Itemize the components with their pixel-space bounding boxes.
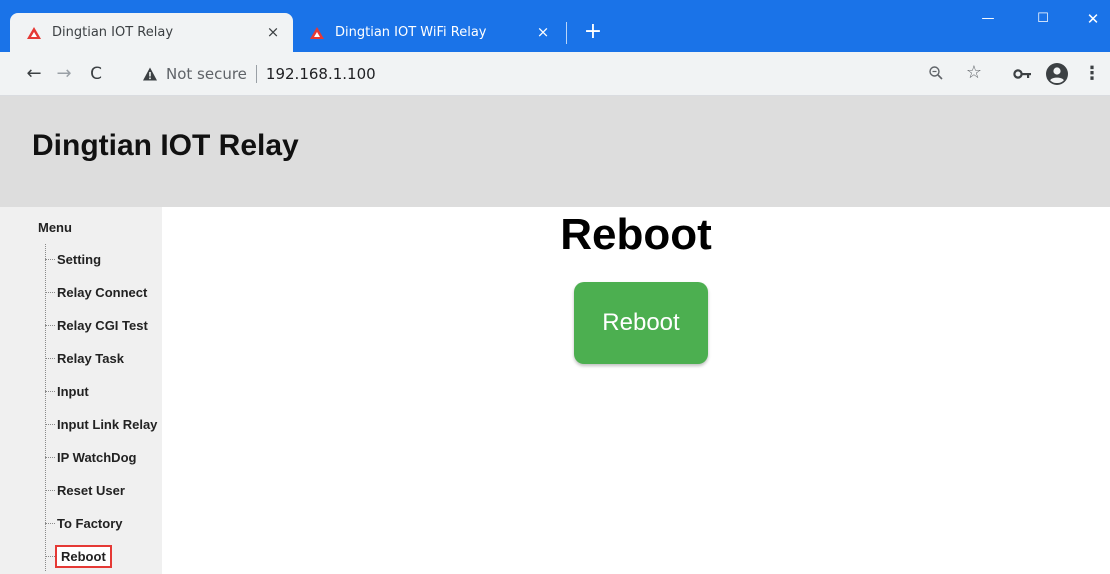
- sidebar-item-setting[interactable]: Setting: [45, 247, 103, 271]
- sidebar-item-label[interactable]: Setting: [55, 251, 103, 268]
- reload-button[interactable]: C: [84, 62, 108, 86]
- menu-label: Menu: [38, 220, 72, 235]
- tab-separator: [566, 22, 567, 44]
- sidebar-item-input-link-relay[interactable]: Input Link Relay: [45, 412, 159, 436]
- forward-button[interactable]: →: [52, 62, 76, 86]
- address-bar[interactable]: Not secure 192.168.1.100: [132, 58, 1004, 90]
- warning-icon[interactable]: [142, 66, 158, 82]
- tree-branch: [45, 489, 55, 491]
- sidebar-item-label[interactable]: Input: [55, 383, 91, 400]
- close-window-button[interactable]: ✕: [1080, 8, 1106, 30]
- tree-branch: [45, 423, 55, 425]
- dingtian-favicon-icon: [26, 25, 42, 41]
- sidebar-item-label[interactable]: Reboot: [55, 544, 112, 568]
- tree-branch: [45, 324, 55, 326]
- tree-branch: [45, 258, 55, 260]
- sidebar-item-reboot[interactable]: Reboot: [45, 544, 112, 568]
- tab-title: Dingtian IOT Relay: [52, 25, 174, 40]
- sidebar-item-ip-watchdog[interactable]: IP WatchDog: [45, 445, 138, 469]
- maximize-button[interactable]: ☐: [1030, 8, 1056, 30]
- site-title: Dingtian IOT Relay: [32, 129, 299, 162]
- sidebar-item-relay-cgi-test[interactable]: Relay CGI Test: [45, 313, 150, 337]
- sidebar-item-relay-connect[interactable]: Relay Connect: [45, 280, 149, 304]
- sidebar-menu: Menu Setting Relay Connect Relay CGI Tes…: [0, 207, 162, 574]
- tab-close-icon[interactable]: ×: [265, 24, 281, 40]
- sidebar-item-label[interactable]: IP WatchDog: [55, 449, 138, 466]
- zoom-icon[interactable]: [928, 64, 944, 82]
- reboot-button[interactable]: Reboot: [574, 282, 708, 364]
- tab-dingtian-iot-wifi-relay[interactable]: Dingtian IOT WiFi Relay ×: [293, 13, 563, 52]
- tab-close-icon[interactable]: ×: [535, 24, 551, 40]
- sidebar-item-relay-task[interactable]: Relay Task: [45, 346, 126, 370]
- sidebar-item-label[interactable]: To Factory: [55, 515, 125, 532]
- page-header: Dingtian IOT Relay: [0, 96, 1110, 207]
- sidebar-item-reset-user[interactable]: Reset User: [45, 478, 127, 502]
- new-tab-button[interactable]: +: [582, 21, 604, 43]
- minimize-button[interactable]: —: [975, 8, 1001, 30]
- back-button[interactable]: ←: [22, 62, 46, 86]
- sidebar-item-label[interactable]: Reset User: [55, 482, 127, 499]
- sidebar-item-to-factory[interactable]: To Factory: [45, 511, 125, 535]
- tree-branch: [45, 357, 55, 359]
- sidebar-item-label[interactable]: Relay Connect: [55, 284, 149, 301]
- password-key-icon[interactable]: [1012, 65, 1034, 83]
- sidebar-item-label[interactable]: Relay CGI Test: [55, 317, 150, 334]
- browser-tab-strip: Dingtian IOT Relay × Dingtian IOT WiFi R…: [0, 0, 1110, 52]
- url-text[interactable]: 192.168.1.100: [266, 65, 376, 83]
- profile-avatar-icon[interactable]: [1045, 62, 1069, 86]
- sidebar-item-input[interactable]: Input: [45, 379, 91, 403]
- tree-branch: [45, 555, 55, 557]
- bookmark-star-icon[interactable]: ☆: [964, 63, 984, 83]
- browser-menu-icon[interactable]: ⋮: [1083, 62, 1101, 86]
- tab-dingtian-iot-relay[interactable]: Dingtian IOT Relay ×: [10, 13, 293, 52]
- security-status-text[interactable]: Not secure: [166, 65, 247, 83]
- sidebar-item-label[interactable]: Relay Task: [55, 350, 126, 367]
- dingtian-favicon-icon: [309, 25, 325, 41]
- tab-title: Dingtian IOT WiFi Relay: [335, 25, 487, 40]
- tree-branch: [45, 390, 55, 392]
- tree-branch: [45, 456, 55, 458]
- browser-toolbar: ← → C Not secure 192.168.1.100 ☆ ⋮: [0, 52, 1110, 96]
- omnibox-divider: [255, 65, 257, 83]
- tree-branch: [45, 291, 55, 293]
- sidebar-item-label[interactable]: Input Link Relay: [55, 416, 159, 433]
- tree-branch: [45, 522, 55, 524]
- page-heading: Reboot: [560, 210, 712, 259]
